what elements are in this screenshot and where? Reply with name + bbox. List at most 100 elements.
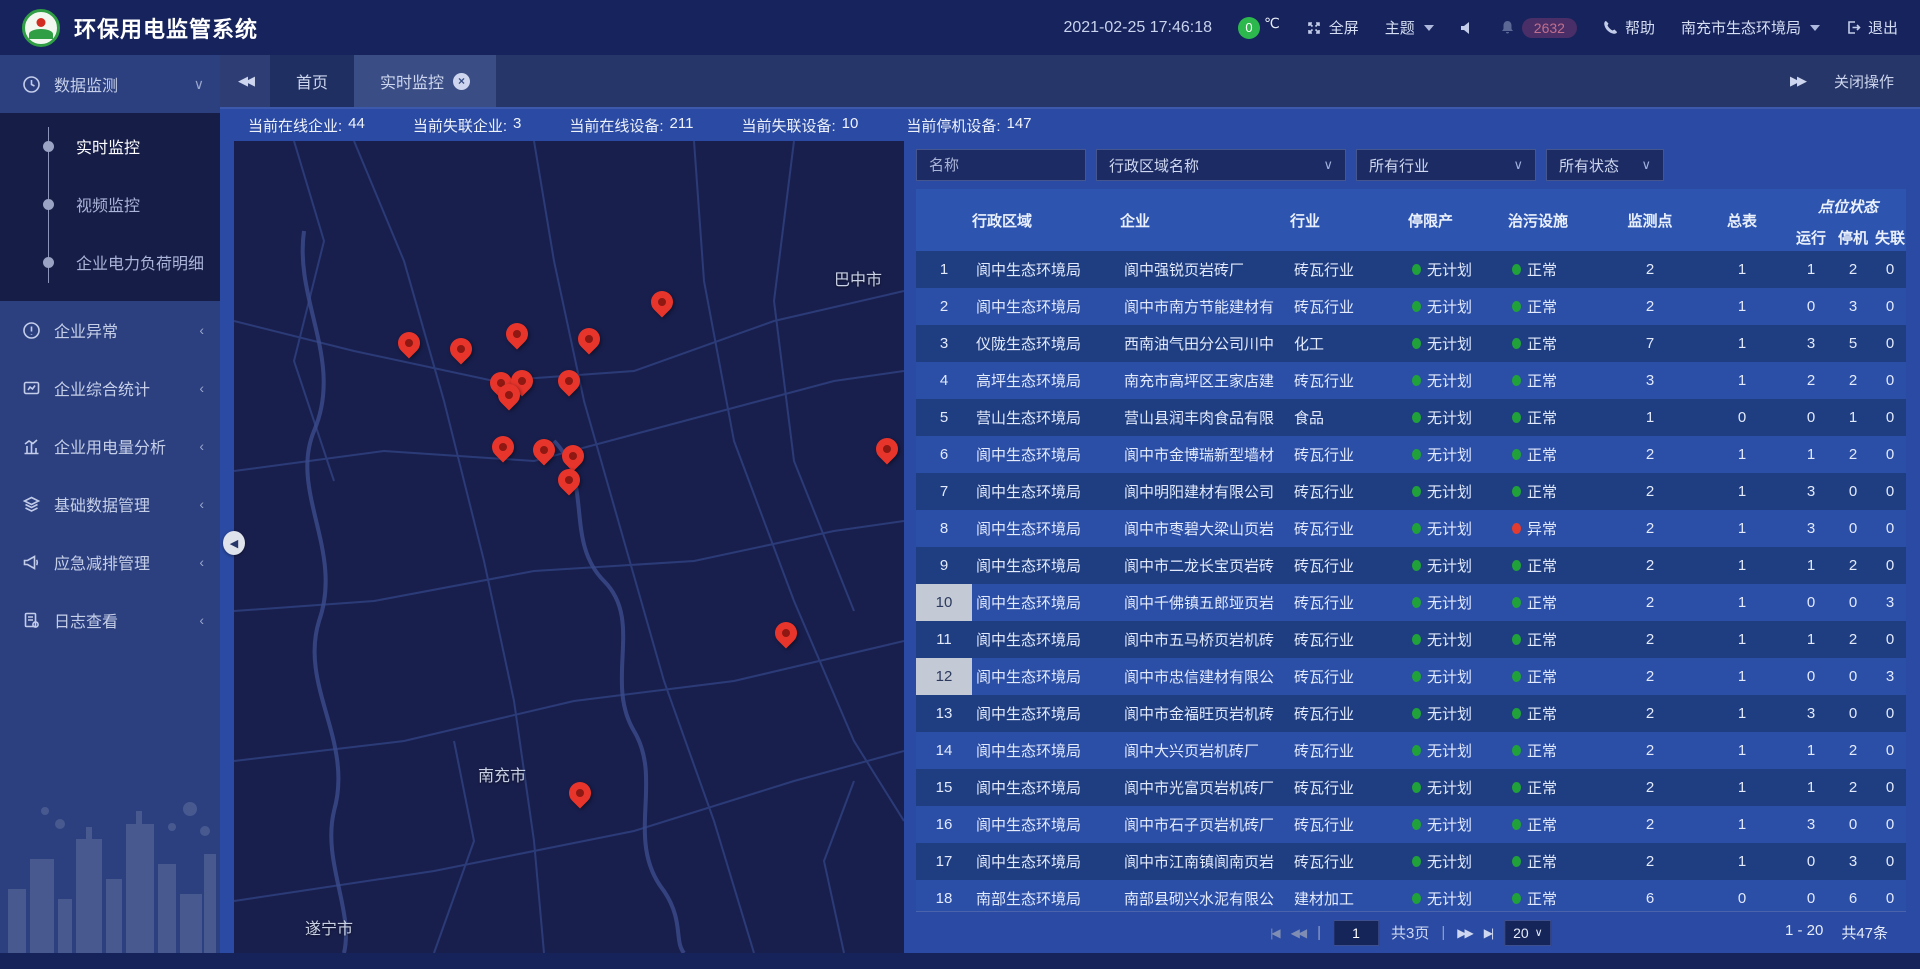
cell-points: 2: [1606, 261, 1694, 278]
chevron-collapsed-icon: ‹: [199, 554, 204, 570]
help-button[interactable]: 帮助: [1603, 17, 1655, 38]
cell-stop: 0: [1832, 594, 1874, 611]
theme-menu[interactable]: 主题: [1385, 17, 1434, 38]
cell-run: 0: [1790, 853, 1832, 870]
industry-filter-select[interactable]: 所有行业 ∨: [1356, 149, 1536, 181]
cell-points: 6: [1606, 890, 1694, 907]
cell-lost: 0: [1874, 890, 1906, 907]
cell-company: 阆中市五马桥页岩机砖: [1120, 629, 1290, 650]
status-filter-select[interactable]: 所有状态 ∨: [1546, 149, 1664, 181]
cell-run: 1: [1790, 779, 1832, 796]
tab-bar: ◀◀ 首页 实时监控 × ▶▶ 关闭操作: [220, 55, 1920, 109]
cell-lost: 0: [1874, 520, 1906, 537]
table-row[interactable]: 5 营山生态环境局 营山县润丰肉食品有限 食品 无计划 正常 1 0 0 1 0: [916, 399, 1906, 436]
table-row[interactable]: 14 阆中生态环境局 阆中大兴页岩机砖厂 砖瓦行业 无计划 正常 2 1 1 2…: [916, 732, 1906, 769]
cell-company: 阆中市金博瑞新型墙材: [1120, 444, 1290, 465]
tab-home[interactable]: 首页: [270, 55, 354, 107]
prev-page-button[interactable]: ◀◀: [1291, 926, 1305, 940]
table-row[interactable]: 6 阆中生态环境局 阆中市金博瑞新型墙材 砖瓦行业 无计划 正常 2 1 1 2…: [916, 436, 1906, 473]
status-dot-icon: [1412, 745, 1421, 756]
tab-close-icon[interactable]: ×: [453, 73, 470, 90]
table-row[interactable]: 8 阆中生态环境局 阆中市枣碧大梁山页岩 砖瓦行业 无计划 异常 2 1 3 0…: [916, 510, 1906, 547]
sidebar-item-power-load-detail[interactable]: 企业电力负荷明细: [0, 233, 220, 291]
chevron-down-icon: ∨: [1513, 157, 1523, 173]
cell-stop: 2: [1832, 261, 1874, 278]
table-row[interactable]: 1 阆中生态环境局 阆中强锐页岩砖厂 砖瓦行业 无计划 正常 2 1 1 2 0: [916, 251, 1906, 288]
cell-limit-status: 无计划: [1408, 703, 1508, 724]
status-dot-icon: [1412, 671, 1421, 682]
cell-company: 阆中市光富页岩机砖厂: [1120, 777, 1290, 798]
org-menu[interactable]: 南充市生态环境局: [1681, 17, 1820, 38]
sidebar-item-base-data[interactable]: 基础数据管理 ‹: [0, 475, 220, 533]
status-dot-icon: [1512, 782, 1521, 793]
sidebar-item-video-monitoring[interactable]: 视频监控: [0, 175, 220, 233]
cell-run: 3: [1790, 520, 1832, 537]
sidebar-item-realtime-monitoring[interactable]: 实时监控: [0, 117, 220, 175]
table-body: 1 阆中生态环境局 阆中强锐页岩砖厂 砖瓦行业 无计划 正常 2 1 1 2 0…: [916, 251, 1906, 911]
map-collapse-button[interactable]: ◀: [223, 531, 245, 555]
table-row[interactable]: 16 阆中生态环境局 阆中市石子页岩机砖厂 砖瓦行业 无计划 正常 2 1 3 …: [916, 806, 1906, 843]
table-row[interactable]: 17 阆中生态环境局 阆中市江南镇阆南页岩 砖瓦行业 无计划 正常 2 1 0 …: [916, 843, 1906, 880]
status-dot-icon: [1412, 597, 1421, 608]
fullscreen-button[interactable]: 全屏: [1306, 17, 1359, 38]
cell-industry: 砖瓦行业: [1290, 814, 1408, 835]
cell-meters: 1: [1694, 631, 1790, 648]
sidebar-item-enterprise-abnormal[interactable]: 企业异常 ‹: [0, 301, 220, 359]
page-number-input[interactable]: [1333, 920, 1379, 946]
table-row[interactable]: 11 阆中生态环境局 阆中市五马桥页岩机砖 砖瓦行业 无计划 正常 2 1 1 …: [916, 621, 1906, 658]
table-row[interactable]: 4 高坪生态环境局 南充市高坪区王家店建 砖瓦行业 无计划 正常 3 1 2 2…: [916, 362, 1906, 399]
table-row[interactable]: 10 阆中生态环境局 阆中千佛镇五郎垭页岩 砖瓦行业 无计划 正常 2 1 0 …: [916, 584, 1906, 621]
sidebar-item-power-analysis[interactable]: 企业用电量分析 ‹: [0, 417, 220, 475]
chevron-expanded-icon: ∨: [194, 76, 204, 93]
last-page-button[interactable]: ▶|: [1484, 926, 1492, 940]
cell-industry: 砖瓦行业: [1290, 444, 1408, 465]
table-row[interactable]: 3 仪陇生态环境局 西南油气田分公司川中 化工 无计划 正常 7 1 3 5 0: [916, 325, 1906, 362]
cell-run: 2: [1790, 372, 1832, 389]
close-operations-button[interactable]: 关闭操作: [1834, 71, 1894, 92]
sidebar-item-enterprise-statistics[interactable]: 企业综合统计 ‹: [0, 359, 220, 417]
status-dot-icon: [1512, 449, 1521, 460]
name-filter-input[interactable]: [916, 149, 1086, 181]
region-filter-select[interactable]: 行政区域名称 ∨: [1096, 149, 1346, 181]
row-index: 11: [916, 621, 972, 658]
tabs-scroll-left-button[interactable]: ◀◀: [220, 55, 270, 107]
page-size-select[interactable]: 20 ∨: [1504, 920, 1552, 946]
cell-limit-status: 无计划: [1408, 296, 1508, 317]
status-dot-icon: [1412, 819, 1421, 830]
cell-meters: 1: [1694, 483, 1790, 500]
sound-button[interactable]: [1460, 21, 1474, 35]
sidebar-item-log-view[interactable]: 日志查看 ‹: [0, 591, 220, 649]
notification-count-badge: 2632: [1522, 18, 1577, 38]
notifications[interactable]: 2632: [1500, 18, 1577, 38]
next-page-button[interactable]: ▶▶: [1457, 926, 1471, 940]
table-row[interactable]: 18 南部生态环境局 南部县砌兴水泥有限公 建材加工 无计划 正常 6 0 0 …: [916, 880, 1906, 911]
cell-industry: 砖瓦行业: [1290, 740, 1408, 761]
first-page-button[interactable]: |◀: [1270, 926, 1278, 940]
cell-facility-status: 异常: [1508, 518, 1606, 539]
status-dot-icon: [1412, 708, 1421, 719]
table-row[interactable]: 13 阆中生态环境局 阆中市金福旺页岩机砖 砖瓦行业 无计划 正常 2 1 3 …: [916, 695, 1906, 732]
table-row[interactable]: 15 阆中生态环境局 阆中市光富页岩机砖厂 砖瓦行业 无计划 正常 2 1 1 …: [916, 769, 1906, 806]
row-index: 1: [916, 251, 972, 288]
map-panel[interactable]: 巴中市 南充市 遂宁市 ◀: [234, 141, 904, 953]
cell-industry: 砖瓦行业: [1290, 703, 1408, 724]
cell-industry: 食品: [1290, 407, 1408, 428]
logout-button[interactable]: 退出: [1846, 17, 1898, 38]
sidebar-item-emergency-reduction[interactable]: 应急减排管理 ‹: [0, 533, 220, 591]
cell-stop: 3: [1832, 298, 1874, 315]
tabs-scroll-right-button[interactable]: ▶▶: [1790, 73, 1804, 89]
cell-facility-status: 正常: [1508, 444, 1606, 465]
table-row[interactable]: 2 阆中生态环境局 阆中市南方节能建材有 砖瓦行业 无计划 正常 2 1 0 3…: [916, 288, 1906, 325]
table-row[interactable]: 7 阆中生态环境局 阆中明阳建材有限公司 砖瓦行业 无计划 正常 2 1 3 0…: [916, 473, 1906, 510]
sidebar-item-data-monitoring[interactable]: 数据监测 ∨: [0, 55, 220, 113]
table-row[interactable]: 12 阆中生态环境局 阆中市忠信建材有限公 砖瓦行业 无计划 正常 2 1 0 …: [916, 658, 1906, 695]
cell-run: 1: [1790, 557, 1832, 574]
tab-realtime-monitoring[interactable]: 实时监控 ×: [354, 55, 496, 107]
table-row[interactable]: 9 阆中生态环境局 阆中市二龙长宝页岩砖 砖瓦行业 无计划 正常 2 1 1 2…: [916, 547, 1906, 584]
cell-industry: 砖瓦行业: [1290, 555, 1408, 576]
cell-company: 阆中千佛镇五郎垭页岩: [1120, 592, 1290, 613]
status-dot-icon: [1512, 634, 1521, 645]
temperature-badge: 0: [1238, 17, 1260, 39]
cell-region: 仪陇生态环境局: [972, 333, 1120, 354]
cell-region: 阆中生态环境局: [972, 259, 1120, 280]
